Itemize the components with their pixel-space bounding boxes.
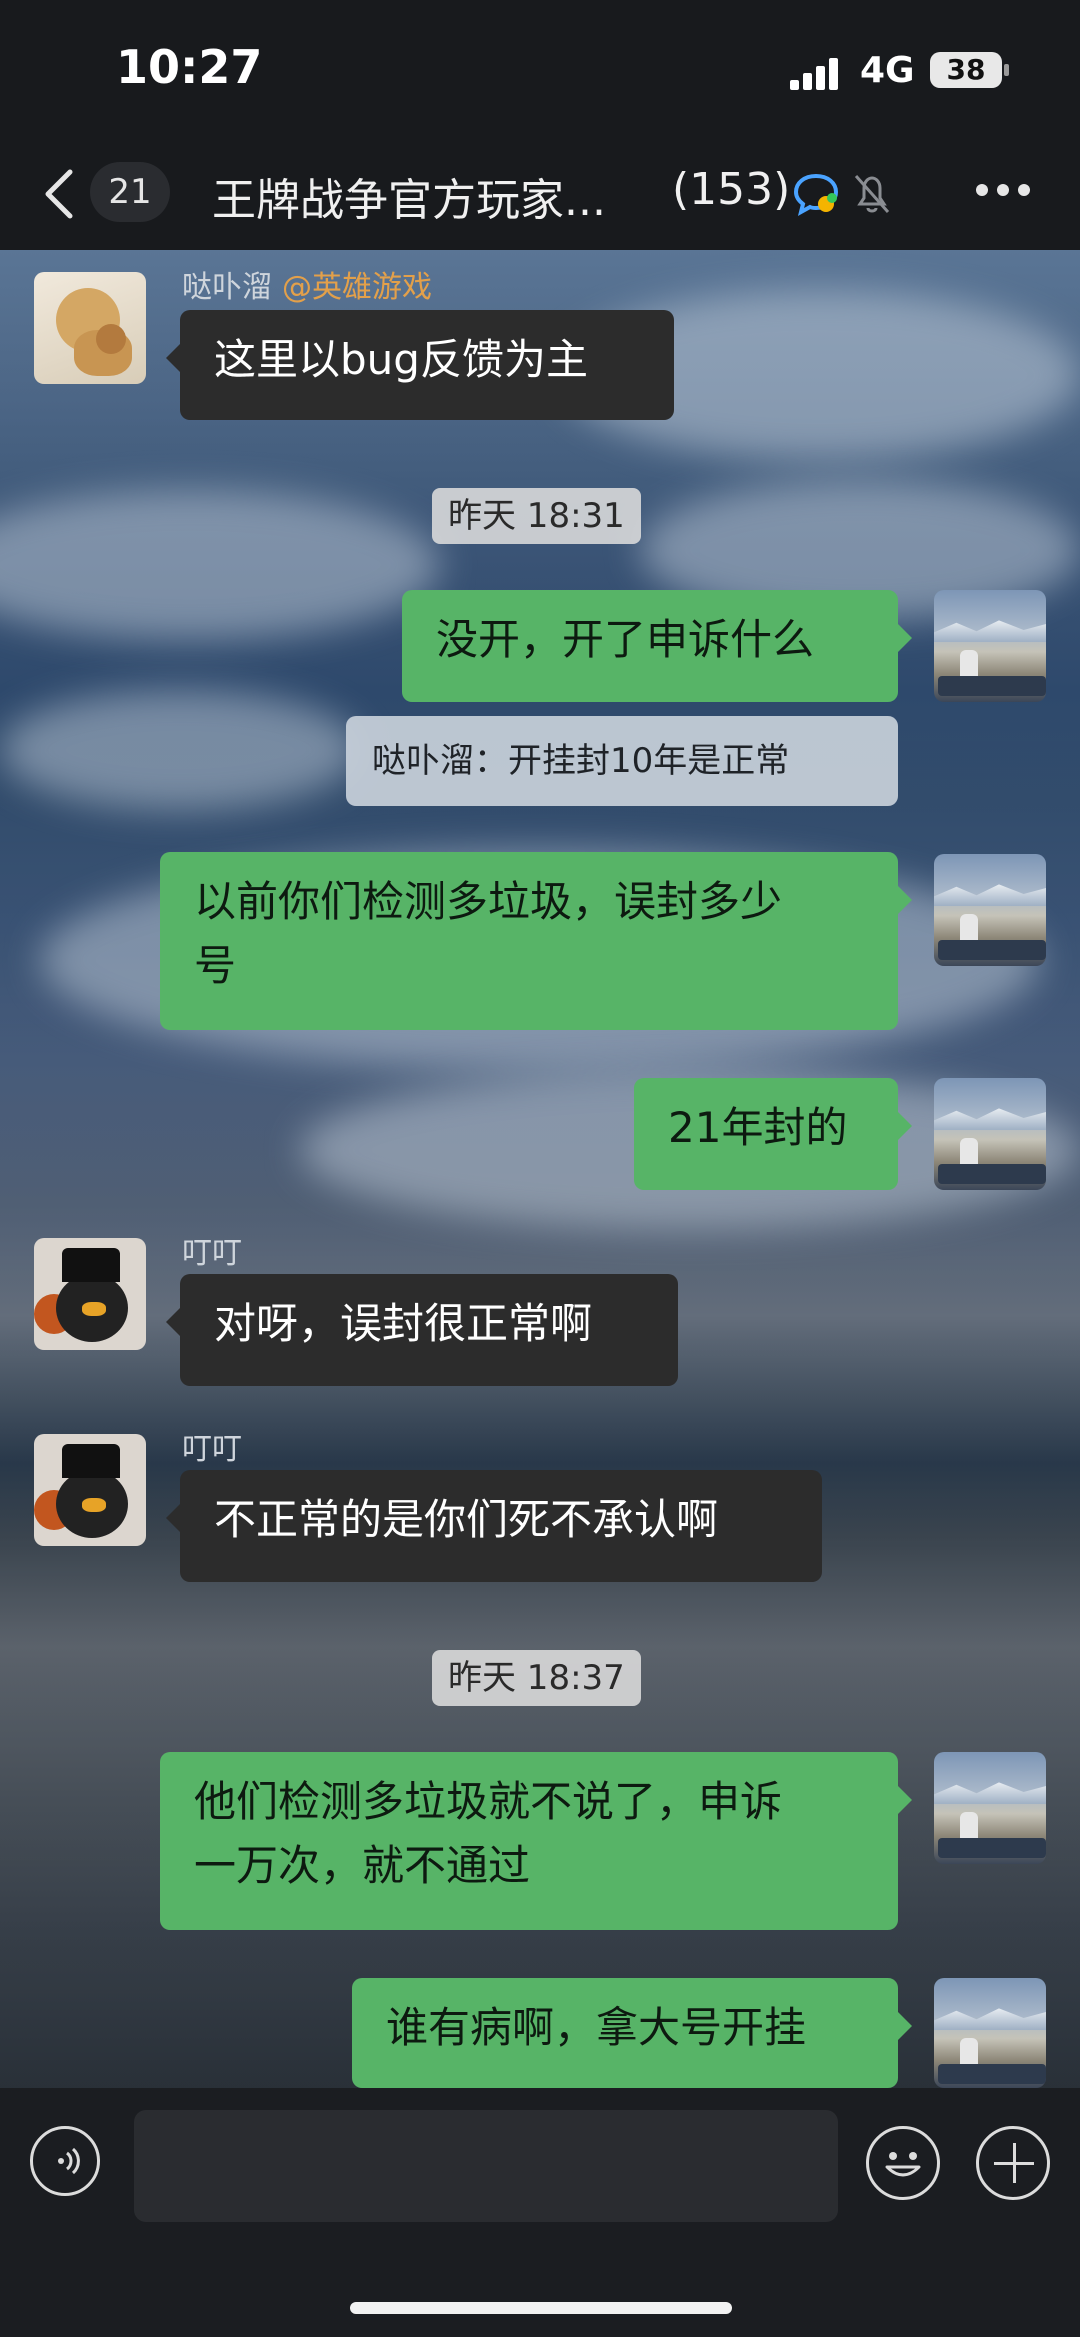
unread-count-badge[interactable]: 21 <box>90 162 170 222</box>
message-bubble-outgoing[interactable]: 以前你们检测多垃圾，误封多少 号 <box>160 852 912 1030</box>
message-line: 他们检测多垃圾就不说了，申诉 <box>194 1777 783 1826</box>
message-bubble-outgoing[interactable]: 没开，开了申诉什么 <box>402 590 912 702</box>
status-bar: 10:27 4G 38 <box>0 0 1080 140</box>
quoted-message[interactable]: 哒卟溜：开挂封10年是正常 <box>346 716 898 806</box>
sender-name: 叮叮 <box>182 1432 242 1467</box>
avatar-self[interactable] <box>934 854 1046 966</box>
message-bubble-outgoing[interactable]: 21年封的 <box>634 1078 912 1190</box>
status-time: 10:27 <box>116 40 263 94</box>
message-bubble-incoming[interactable]: 对呀，误封很正常啊 <box>166 1274 678 1386</box>
network-type: 4G <box>860 50 915 91</box>
avatar-self[interactable] <box>934 1752 1046 1864</box>
more-options-icon[interactable] <box>976 184 1030 198</box>
chat-title: 王牌战争官方玩家... <box>212 175 606 226</box>
mute-bell-icon <box>854 175 890 213</box>
message-bubble-incoming[interactable]: 这里以bug反馈为主 <box>166 310 674 420</box>
message-line: 一万次，就不通过 <box>194 1841 531 1890</box>
input-bar <box>0 2088 1080 2337</box>
back-arrow-icon[interactable] <box>44 168 74 220</box>
add-button[interactable] <box>976 2126 1050 2200</box>
timestamp: 昨天 18:31 <box>432 488 641 544</box>
sender-name: 哒卟溜 @英雄游戏 <box>182 262 432 306</box>
battery-tip <box>1004 64 1009 76</box>
emoji-button[interactable] <box>866 2126 940 2200</box>
avatar-dingding[interactable] <box>34 1434 146 1546</box>
avatar-self[interactable] <box>934 1978 1046 2088</box>
message-bubble-outgoing[interactable]: 谁有病啊，拿大号开挂 <box>352 1978 912 2088</box>
timestamp: 昨天 18:37 <box>432 1650 641 1706</box>
message-line: 以前你们检测多垃圾，误封多少 <box>194 877 783 926</box>
message-input[interactable] <box>134 2110 838 2222</box>
avatar-dingding[interactable] <box>34 1238 146 1350</box>
message-line: 号 <box>194 941 237 990</box>
voice-icon <box>58 2147 80 2175</box>
battery-level: 38 <box>946 53 986 86</box>
sender-name: 叮叮 <box>182 1236 242 1271</box>
message-bubble-outgoing[interactable]: 他们检测多垃圾就不说了，申诉 一万次，就不通过 <box>160 1752 912 1930</box>
signal-icon <box>790 56 842 90</box>
avatar-self[interactable] <box>934 590 1046 702</box>
avatar-dabuliu[interactable] <box>34 272 146 384</box>
avatar-self[interactable] <box>934 1078 1046 1190</box>
sender-name-text: 哒卟溜 <box>182 270 272 305</box>
sender-tag: @英雄游戏 <box>282 270 432 305</box>
member-count: (153) <box>672 164 791 215</box>
emoji-icon <box>885 2152 921 2177</box>
message-bubble-incoming[interactable]: 不正常的是你们死不承认啊 <box>166 1470 822 1582</box>
home-indicator <box>350 2302 732 2314</box>
voice-input-button[interactable] <box>30 2126 100 2196</box>
chat-header: 21 王牌战争官方玩家... (153) <box>0 140 1080 250</box>
group-badge-icon <box>793 173 839 216</box>
battery-icon: 38 <box>930 52 1002 88</box>
